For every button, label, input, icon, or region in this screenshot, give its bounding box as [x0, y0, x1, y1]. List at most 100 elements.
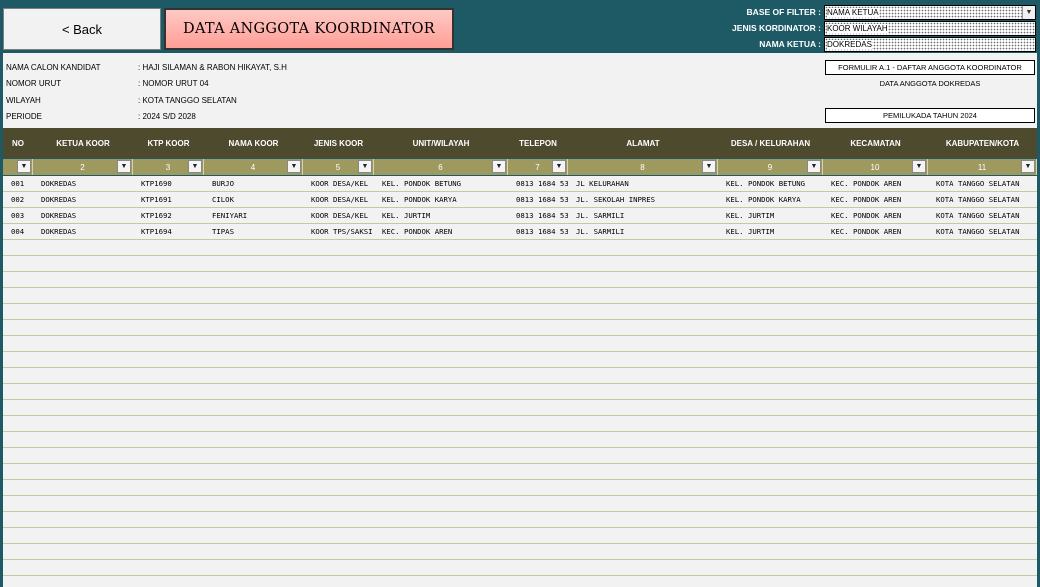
chevron-down-icon[interactable]: ▼	[1022, 5, 1035, 19]
filter-dropdown-icon[interactable]: ▼	[1021, 160, 1035, 173]
column-header-jenis-koor: JENIS KOOR	[313, 138, 364, 148]
info-value: : HAJI SILAMAN & RABON HIKAYAT, S.H	[138, 63, 287, 72]
cell-no: 002	[11, 195, 25, 204]
cell-ketua-koor: DOKREDAS	[41, 227, 77, 236]
cell-ketua-koor: DOKREDAS	[41, 195, 77, 204]
table-row[interactable]: 004 DOKREDAS KTP1694 TIPAS KOOR TPS/SAKS…	[3, 224, 1037, 240]
filter-number: 2	[80, 162, 85, 172]
column-header-kecamatan: KECAMATAN	[850, 138, 901, 148]
info-value: : NOMOR URUT 04	[138, 79, 209, 88]
filter-panel: BASE OF FILTER : NAMA KETUA ▼ JENIS KORD…	[726, 4, 1036, 52]
filter-value: NAMA KETUA	[827, 7, 879, 17]
cell-unit-wilayah: KEL. JURTIM	[382, 211, 431, 220]
filter-dropdown-icon[interactable]: ▼	[912, 160, 926, 173]
back-button[interactable]: < Back	[3, 8, 161, 50]
filter-cell: 7 ▼	[508, 159, 568, 175]
cell-unit-wilayah: KEL. PONDOK BETUNG	[382, 179, 462, 188]
cell-jenis-koor: KOOR DESA/KEL	[311, 179, 369, 188]
info-row-kandidat: NAMA CALON KANDIDAT : HAJI SILAMAN & RAB…	[6, 63, 287, 72]
cell-desa: KEL. JURTIM	[726, 227, 775, 236]
info-row-periode: PERIODE : 2024 S/D 2028	[6, 112, 196, 121]
table-row[interactable]: 001 DOKREDAS KTP1690 BURJO KOOR DESA/KEL…	[3, 176, 1037, 192]
table-row[interactable]: 002 DOKREDAS KTP1691 CILOK KOOR DESA/KEL…	[3, 192, 1037, 208]
filter-cell: ▼	[3, 159, 33, 175]
filter-dropdown-icon[interactable]: ▼	[492, 160, 506, 173]
filter-cell: 4 ▼	[204, 159, 303, 175]
cell-nama-koor: FENIYARI	[212, 211, 248, 220]
cell-kabupaten: KOTA TANGGO SELATAN	[936, 211, 1020, 220]
cell-kabupaten: KOTA TANGGO SELATAN	[936, 227, 1020, 236]
autofilter-bar: ▼ 2 ▼ 3 ▼ 4 ▼ 5 ▼ 6 ▼ 7 ▼ 8 ▼ 9 ▼ 10 ▼ 11 ▼	[3, 159, 1037, 175]
filter-cell: 2 ▼	[33, 159, 133, 175]
info-label: WILAYAH	[6, 96, 41, 105]
filter-dropdown-icon[interactable]: ▼	[287, 160, 301, 173]
cell-kabupaten: KOTA TANGGO SELATAN	[936, 195, 1020, 204]
cell-kecamatan: KEC. PONDOK AREN	[831, 195, 902, 204]
cell-desa: KEL. PONDOK BETUNG	[726, 179, 806, 188]
filter-dropdown-icon[interactable]: ▼	[702, 160, 716, 173]
filter-cell: 10 ▼	[823, 159, 928, 175]
info-row-nomor: NOMOR URUT : NOMOR URUT 04	[6, 79, 209, 88]
cell-ktp-koor: KTP1692	[141, 211, 172, 220]
filter-value: KOOR WILAYAH	[827, 23, 888, 33]
filter-dropdown-icon[interactable]: ▼	[358, 160, 372, 173]
table-row[interactable]: 003 DOKREDAS KTP1692 FENIYARI KOOR DESA/…	[3, 208, 1037, 224]
filter-number: 5	[335, 162, 341, 172]
cell-telepon: 0813 1684 5353	[516, 211, 568, 220]
cell-telepon: 0813 1684 5353	[516, 195, 568, 204]
table-body: 001 DOKREDAS KTP1690 BURJO KOOR DESA/KEL…	[3, 176, 1037, 587]
cell-no: 003	[11, 211, 25, 220]
table-header: NO KETUA KOOR KTP KOOR NAMA KOOR JENIS K…	[3, 128, 1037, 158]
info-label: NAMA CALON KANDIDAT	[6, 63, 101, 72]
column-header-ketua-koor: KETUA KOOR	[56, 138, 110, 148]
filter-dropdown-icon[interactable]: ▼	[807, 160, 821, 173]
cell-kecamatan: KEC. PONDOK AREN	[831, 179, 902, 188]
cell-kecamatan: KEC. PONDOK AREN	[831, 227, 902, 236]
filter-number: 10	[870, 162, 880, 172]
column-header-no: NO	[12, 138, 24, 148]
cell-alamat: JL KELURAHAN	[576, 179, 629, 188]
cell-alamat: JL. SARMILI	[576, 211, 625, 220]
column-header-ktp-koor: KTP KOOR	[147, 138, 190, 148]
filter-number: 6	[438, 162, 443, 172]
filter-dropdown-icon[interactable]: ▼	[17, 160, 31, 173]
filter-cell: 9 ▼	[718, 159, 823, 175]
filter-number: 4	[250, 162, 256, 172]
info-label: NOMOR URUT	[6, 79, 62, 88]
cell-no: 001	[11, 179, 25, 188]
form-subtitle: DATA ANGGOTA DOKREDAS	[879, 79, 981, 88]
filter-row-ketua: NAMA KETUA : DOKREDAS	[726, 36, 1036, 52]
filter-cell: 11 ▼	[928, 159, 1037, 175]
base-of-filter-select[interactable]: NAMA KETUA ▼	[824, 4, 1036, 20]
filter-label: JENIS KORDINATOR :	[732, 23, 821, 33]
cell-jenis-koor: KOOR DESA/KEL	[311, 195, 369, 204]
cell-nama-koor: TIPAS	[212, 227, 234, 236]
filter-cell: 3 ▼	[133, 159, 204, 175]
form-code: FORMULIR A.1 - DAFTAR ANGGOTA KOORDINATO…	[825, 60, 1035, 75]
filter-number: 3	[165, 162, 171, 172]
filter-label: NAMA KETUA :	[759, 39, 821, 49]
cell-ketua-koor: DOKREDAS	[41, 179, 77, 188]
filter-row-jenis: JENIS KORDINATOR : KOOR WILAYAH	[726, 20, 1036, 36]
filter-number: 11	[977, 162, 987, 172]
cell-jenis-koor: KOOR TPS/SAKSI	[311, 227, 373, 236]
cell-unit-wilayah: KEL. PONDOK KARYA	[382, 195, 457, 204]
cell-unit-wilayah: KEC. PONDOK AREN	[382, 227, 453, 236]
info-value: : 2024 S/D 2028	[138, 112, 196, 121]
nama-ketua-field[interactable]: DOKREDAS	[824, 36, 1036, 52]
filter-number: 8	[640, 162, 645, 172]
cell-alamat: JL. SEKOLAH INPRES	[576, 195, 656, 204]
filter-dropdown-icon[interactable]: ▼	[188, 160, 202, 173]
filter-dropdown-icon[interactable]: ▼	[117, 160, 131, 173]
info-label: PERIODE	[6, 112, 43, 121]
filter-dropdown-icon[interactable]: ▼	[552, 160, 566, 173]
cell-ktp-koor: KTP1694	[141, 227, 172, 236]
filter-value: DOKREDAS	[827, 39, 872, 49]
cell-telepon: 0813 1684 5353	[516, 179, 568, 188]
column-header-alamat: ALAMAT	[626, 138, 660, 148]
column-header-unit-wilayah: UNIT/WILAYAH	[412, 138, 470, 148]
jenis-koordinator-field[interactable]: KOOR WILAYAH	[824, 20, 1036, 36]
cell-nama-koor: BURJO	[212, 179, 234, 188]
cell-kecamatan: KEC. PONDOK AREN	[831, 211, 902, 220]
cell-kabupaten: KOTA TANGGO SELATAN	[936, 179, 1020, 188]
